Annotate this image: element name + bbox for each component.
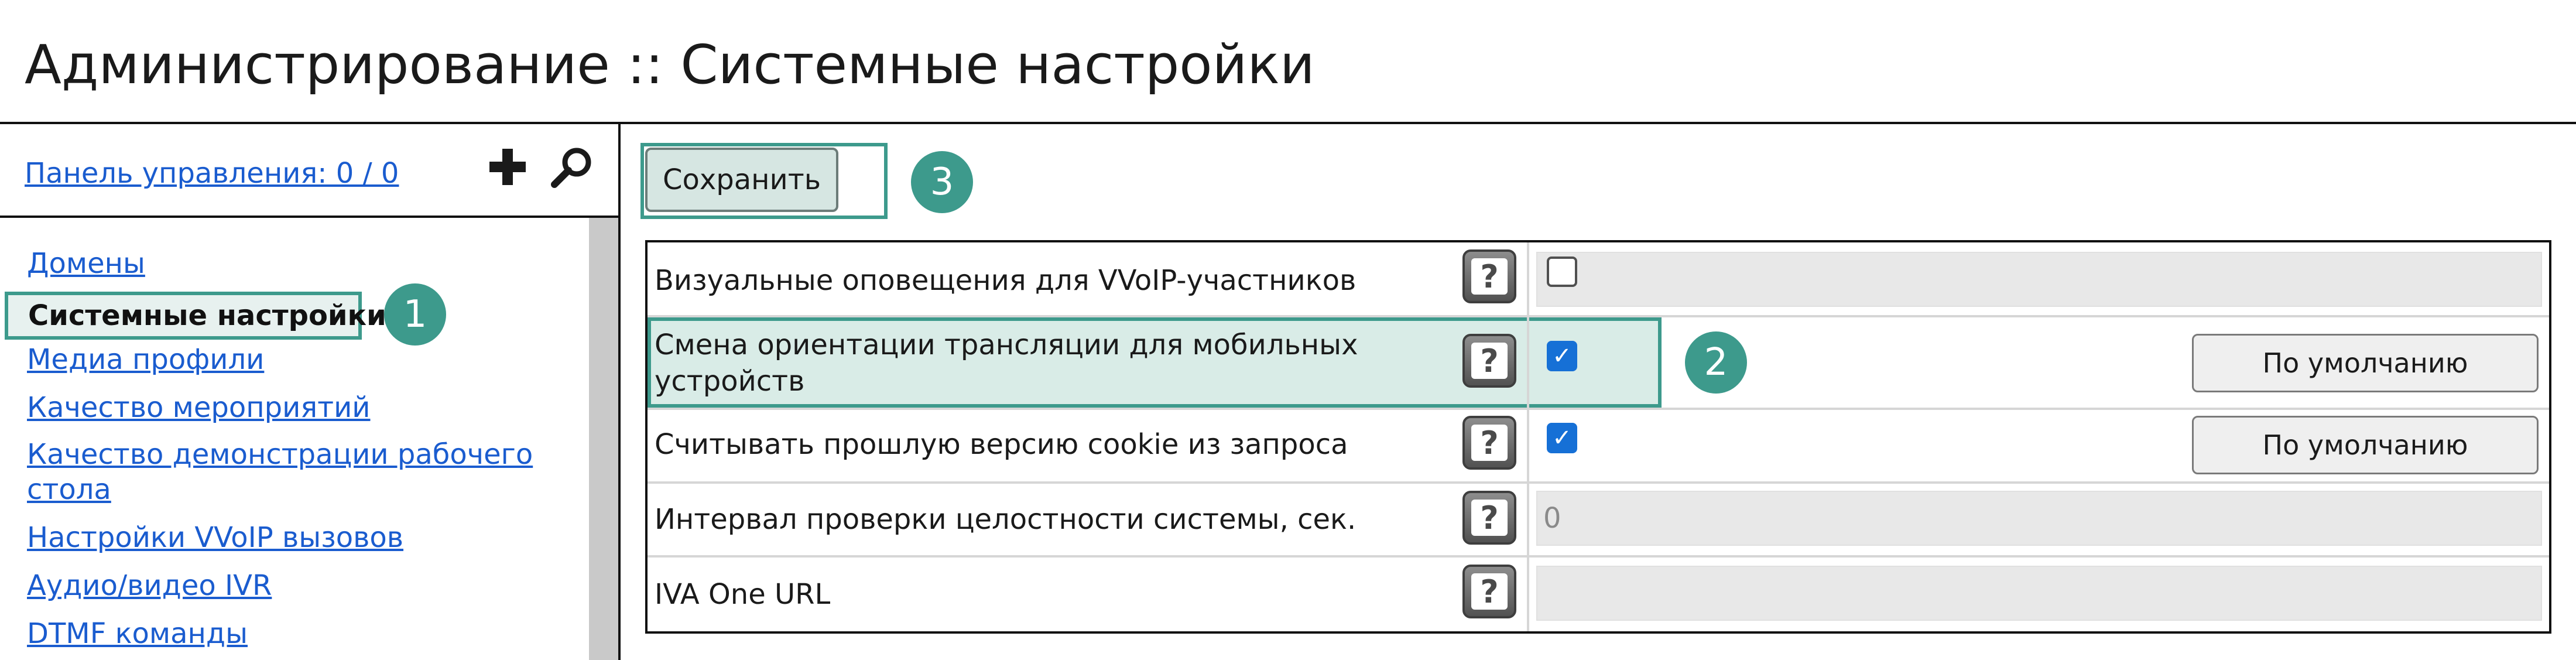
search-icon[interactable] xyxy=(548,143,596,191)
help-icon[interactable]: ? xyxy=(1462,491,1516,545)
iva-one-url-input[interactable] xyxy=(1536,566,2542,621)
plus-icon[interactable] xyxy=(484,143,532,191)
column-divider xyxy=(1527,242,1529,631)
orientation-change-checkbox[interactable]: ✓ xyxy=(1547,341,1577,371)
cookie-version-checkbox[interactable]: ✓ xyxy=(1547,423,1577,453)
sidebar-item-desktop-sharing-quality[interactable]: Качество демонстрации рабочего стола xyxy=(27,437,533,507)
sidebar-scrollbar[interactable] xyxy=(589,218,618,660)
default-button[interactable]: По умолчанию xyxy=(2192,334,2539,392)
sidebar-item-media-profiles[interactable]: Медиа профили xyxy=(27,342,264,377)
help-icon[interactable]: ? xyxy=(1462,565,1516,618)
setting-label: Смена ориентации трансляции для мобильны… xyxy=(655,329,1358,361)
row-divider xyxy=(648,315,2549,317)
save-button[interactable]: Сохранить xyxy=(645,148,838,212)
dashboard-link[interactable]: Панель управления: 0 / 0 xyxy=(25,156,399,191)
visual-notifications-checkbox[interactable] xyxy=(1547,257,1577,287)
setting-label: Интервал проверки целостности системы, с… xyxy=(655,503,1356,536)
row-divider xyxy=(648,481,2549,484)
callout-badge-3: 3 xyxy=(911,151,973,213)
callout-badge-2: 2 xyxy=(1685,331,1747,394)
setting-label: устройств xyxy=(655,365,805,398)
sidebar-content-divider xyxy=(618,122,621,660)
setting-value-field xyxy=(1536,252,2542,307)
integrity-interval-value: 0 xyxy=(1543,502,1561,535)
setting-label: Считывать прошлую версию cookie из запро… xyxy=(655,428,1348,461)
sidebar-divider xyxy=(0,216,618,218)
sidebar-item-label: Качество демонстрации рабочего xyxy=(27,438,533,471)
sidebar-item-dtmf[interactable]: DTMF команды xyxy=(27,616,248,651)
setting-label: Визуальные оповещения для VVoIP-участник… xyxy=(655,264,1356,297)
sidebar-item-vvoip-settings[interactable]: Настройки VVoIP вызовов xyxy=(27,520,403,555)
sidebar-item-av-ivr[interactable]: Аудио/видео IVR xyxy=(27,568,272,603)
page-title: Администрирование :: Системные настройки xyxy=(25,33,1315,96)
row-divider xyxy=(648,555,2549,558)
default-button[interactable]: По умолчанию xyxy=(2192,416,2539,474)
sidebar-item-domains[interactable]: Домены xyxy=(27,246,145,281)
help-icon[interactable]: ? xyxy=(1462,249,1516,303)
setting-label: IVA One URL xyxy=(655,578,831,611)
sidebar-item-label: стола xyxy=(27,473,111,506)
help-icon[interactable]: ? xyxy=(1462,334,1516,388)
sidebar-item-event-quality[interactable]: Качество мероприятий xyxy=(27,390,371,425)
help-icon[interactable]: ? xyxy=(1462,416,1516,470)
integrity-interval-input[interactable] xyxy=(1536,491,2542,546)
row-divider xyxy=(648,408,2549,410)
sidebar-item-system-settings[interactable]: Системные настройки xyxy=(5,292,386,340)
callout-badge-1: 1 xyxy=(384,283,446,346)
header-divider xyxy=(0,122,2576,124)
